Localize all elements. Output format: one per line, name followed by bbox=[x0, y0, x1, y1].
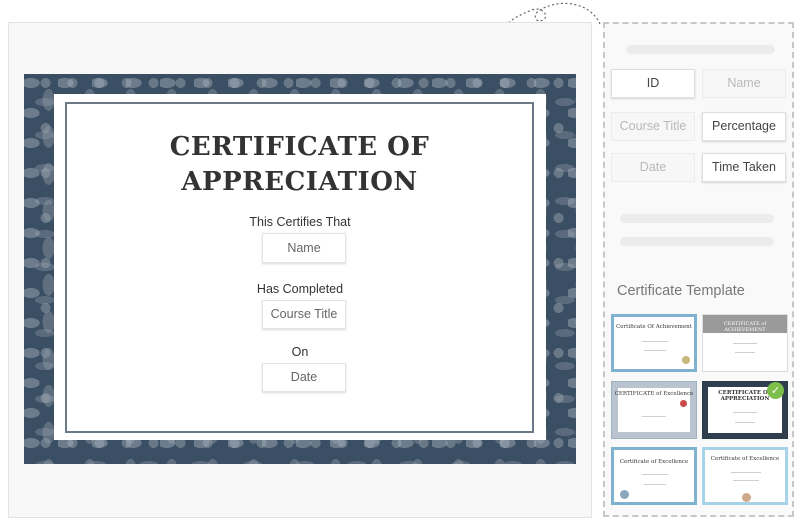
thumb-line bbox=[642, 341, 668, 342]
completed-label: Has Completed bbox=[256, 282, 344, 296]
template-thumb-title: CERTIFICATE of ACHIEVEMENT bbox=[723, 321, 767, 333]
thumb-line bbox=[642, 416, 666, 417]
template-thumb-title: Certificate of Excellence bbox=[710, 456, 780, 462]
template-thumb-1[interactable]: Certificate Of Achievement bbox=[611, 314, 697, 372]
certificate-title-line2: APPRECIATION bbox=[181, 167, 418, 197]
date-field-placeholder[interactable]: Date bbox=[262, 363, 346, 392]
template-thumb-5[interactable]: Certificate of Excellence bbox=[611, 447, 697, 505]
skeleton-line bbox=[626, 45, 775, 54]
template-section-heading: Certificate Template bbox=[617, 283, 745, 299]
skeleton-line bbox=[620, 237, 774, 246]
seal-icon bbox=[742, 493, 751, 502]
template-thumb-title: CERTIFICATE of Excellence bbox=[614, 391, 694, 397]
thumb-line bbox=[735, 422, 755, 423]
skeleton-line bbox=[620, 214, 774, 223]
thumb-line bbox=[731, 472, 761, 473]
chip-course-title[interactable]: Course Title bbox=[611, 112, 695, 141]
thumb-line bbox=[735, 352, 755, 353]
thumb-line bbox=[642, 474, 668, 475]
ribbon-icon bbox=[680, 400, 687, 407]
certificate-title-line1: CERTIFICATE OF bbox=[169, 132, 430, 162]
template-thumb-title: Certificate of Excellence bbox=[619, 459, 689, 465]
chip-percentage[interactable]: Percentage bbox=[702, 112, 786, 141]
chip-name[interactable]: Name bbox=[702, 69, 786, 98]
seal-icon bbox=[620, 490, 629, 499]
thumb-line bbox=[644, 350, 666, 351]
certificate-title: CERTIFICATE OF APPRECIATION bbox=[65, 130, 534, 200]
thumb-line bbox=[733, 412, 757, 413]
seal-icon bbox=[682, 356, 690, 364]
selected-check-icon: ✓ bbox=[767, 382, 784, 399]
name-field-placeholder[interactable]: Name bbox=[262, 233, 346, 263]
thumb-line bbox=[733, 480, 759, 481]
course-title-field-placeholder[interactable]: Course Title bbox=[262, 300, 346, 329]
on-label: On bbox=[291, 345, 309, 359]
thumb-line bbox=[733, 343, 757, 344]
template-thumb-6[interactable]: Certificate of Excellence bbox=[702, 447, 788, 505]
template-thumb-3[interactable]: CERTIFICATE of Excellence bbox=[611, 381, 697, 439]
template-thumb-2[interactable]: CERTIFICATE of ACHIEVEMENT bbox=[702, 314, 788, 372]
chip-id[interactable]: ID bbox=[611, 69, 695, 98]
chip-time-taken[interactable]: Time Taken bbox=[702, 153, 786, 182]
template-thumb-title: Certificate Of Achievement bbox=[616, 324, 692, 330]
thumb-line bbox=[644, 484, 666, 485]
chip-date[interactable]: Date bbox=[611, 153, 695, 182]
certifies-label: This Certifies That bbox=[249, 215, 351, 229]
